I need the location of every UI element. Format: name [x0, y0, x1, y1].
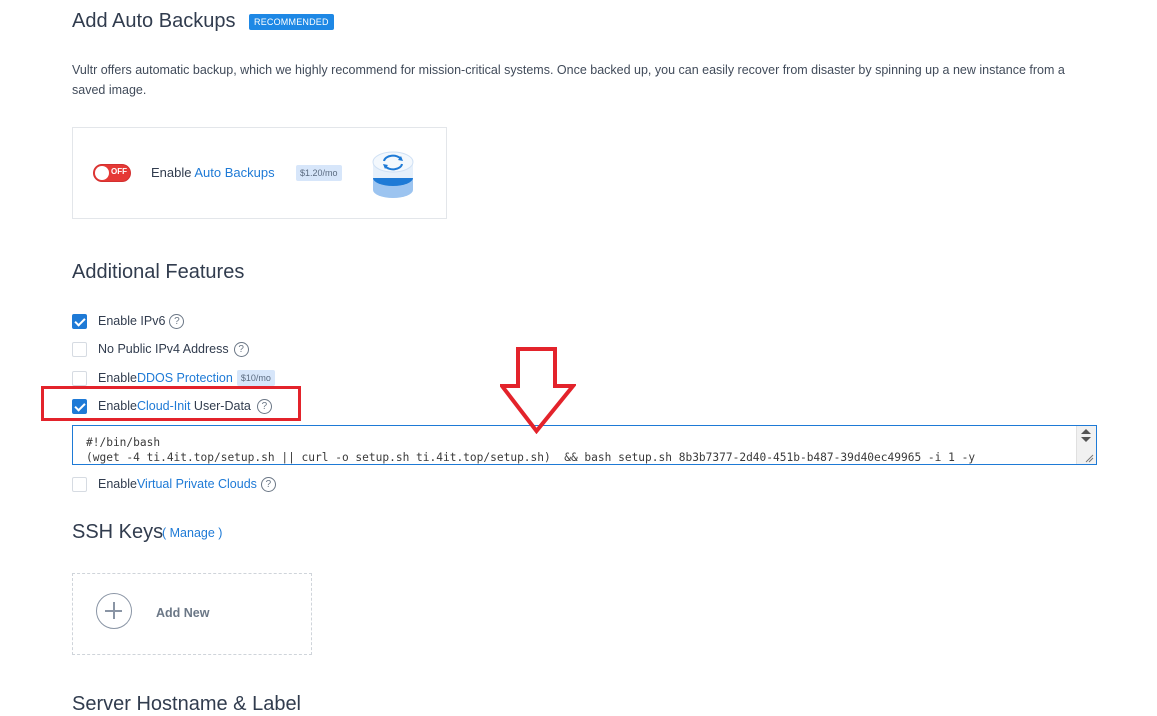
toggle-state-label: OFF	[111, 167, 127, 176]
ddos-price: $10/mo	[236, 370, 275, 386]
auto-backups-price: $1.20/mo	[296, 165, 342, 181]
auto-backups-link[interactable]: Auto Backups	[194, 165, 274, 180]
ddos-checkbox[interactable]	[72, 370, 87, 386]
auto-backups-card: OFF Enable Auto Backups $1.20/mo	[72, 127, 447, 219]
down-arrow-icon	[500, 347, 576, 434]
help-icon[interactable]: ?	[260, 476, 276, 492]
additional-features-title: Additional Features	[72, 261, 245, 283]
add-new-label: Add New	[156, 606, 210, 620]
no-public-ipv4-label: No Public IPv4 Address	[98, 342, 229, 356]
feature-vpc[interactable]: Enable Virtual Private Clouds ?	[72, 474, 276, 494]
recommended-badge: RECOMMENDED	[249, 14, 334, 30]
add-ssh-key-card[interactable]: Add New	[72, 573, 312, 655]
highlight-box	[41, 386, 301, 421]
no-public-ipv4-checkbox[interactable]	[72, 341, 87, 357]
help-icon[interactable]: ?	[233, 341, 249, 357]
vpc-checkbox[interactable]	[72, 476, 87, 492]
add-plus-icon[interactable]	[96, 593, 132, 629]
help-icon[interactable]: ?	[169, 313, 185, 329]
hostname-title: Server Hostname & Label	[72, 693, 302, 715]
textarea-scrollbar[interactable]	[1076, 426, 1096, 464]
enable-prefix: Enable	[151, 165, 195, 180]
vpc-label-prefix: Enable	[98, 477, 137, 491]
vpc-link[interactable]: Virtual Private Clouds	[137, 477, 257, 491]
scroll-arrows-icon[interactable]	[1080, 428, 1092, 444]
auto-backups-description: Vultr offers automatic backup, which we …	[72, 63, 1065, 97]
auto-backups-toggle[interactable]: OFF	[93, 164, 131, 182]
feature-ipv6[interactable]: Enable IPv6 ?	[72, 311, 185, 331]
ipv6-checkbox[interactable]	[72, 313, 87, 329]
user-data-textarea[interactable]	[72, 425, 1097, 465]
feature-no-public-ipv4[interactable]: No Public IPv4 Address ?	[72, 339, 249, 359]
auto-backups-title: Add Auto Backups	[72, 10, 236, 32]
feature-ddos[interactable]: Enable DDOS Protection $10/mo	[72, 368, 275, 388]
database-sync-icon	[372, 151, 414, 198]
ssh-manage-link[interactable]: ( Manage )	[162, 526, 222, 540]
ssh-keys-title: SSH Keys	[72, 521, 164, 543]
ddos-label-prefix: Enable	[98, 371, 137, 385]
toggle-knob	[95, 166, 109, 180]
resize-grip-icon[interactable]	[1084, 453, 1094, 463]
ipv6-label: Enable IPv6	[98, 314, 166, 328]
ddos-protection-link[interactable]: DDOS Protection	[137, 371, 233, 385]
enable-auto-backups-label: Enable Auto Backups	[151, 165, 275, 180]
